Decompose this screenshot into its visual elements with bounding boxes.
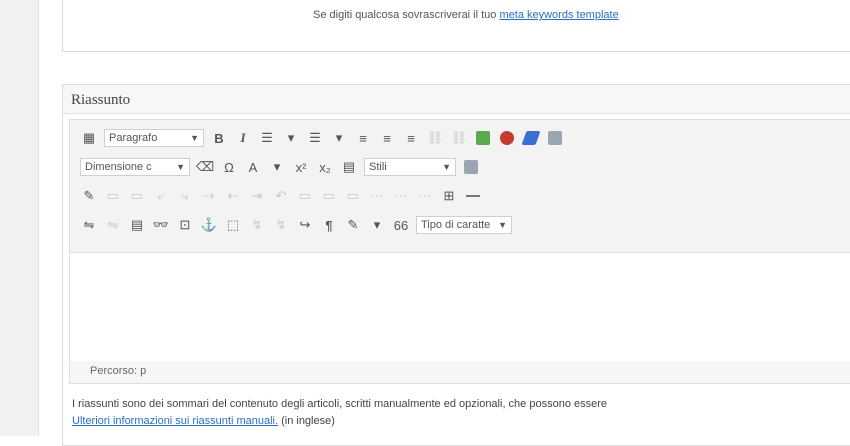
paragraph-icon[interactable]: ¶ <box>320 216 338 234</box>
insert-layer-icon[interactable]: ⬚ <box>224 216 242 234</box>
meta-keywords-box: Se digiti qualcosa sovrascriverai il tuo… <box>62 0 850 52</box>
insert-col-after-icon[interactable]: ⇥ <box>248 187 266 205</box>
merge-cells-icon[interactable]: ▭ <box>320 187 338 205</box>
format-select[interactable]: Paragrafo ▼ <box>104 129 204 147</box>
editor-path-bar: Percorso: p <box>69 361 850 384</box>
rtl-icon[interactable]: ⇋ <box>104 216 122 234</box>
toolbar-row-2: Dimensione c ▼ ⌫ Ω A ▾ x² x₂ ▤ Stili ▼ <box>80 155 480 179</box>
absolute-icon[interactable]: ↪ <box>296 216 314 234</box>
align-center-icon[interactable]: ≡ <box>378 129 396 147</box>
kitchen-sink-icon[interactable]: ▦ <box>80 129 98 147</box>
styles-select-value: Stili <box>369 161 387 173</box>
horizontal-rule-icon[interactable] <box>464 187 482 205</box>
summary-title-bar[interactable]: Riassunto <box>63 85 850 114</box>
styles-select[interactable]: Stili ▼ <box>364 158 456 176</box>
align-left-icon[interactable]: ≡ <box>354 129 372 147</box>
summary-more-info-link[interactable]: Ulteriori informazioni sui riassunti man… <box>72 415 278 427</box>
table-row-icon[interactable]: ▭ <box>104 187 122 205</box>
table-icon[interactable]: ▤ <box>340 158 358 176</box>
quote-icon[interactable]: 66 <box>392 216 410 234</box>
delete-row-icon[interactable]: ⇢ <box>200 187 218 205</box>
chevron-down-icon[interactable]: ▾ <box>330 129 348 147</box>
hr-icon-b[interactable]: ⋯ <box>392 187 410 205</box>
hr-icon-a[interactable]: ⋯ <box>368 187 386 205</box>
chevron-down-icon[interactable]: ▾ <box>368 216 386 234</box>
anchor-icon[interactable]: ⚓ <box>200 216 218 234</box>
visual-aid-icon[interactable]: ⊡ <box>176 216 194 234</box>
move-backward-icon[interactable]: ↯ <box>272 216 290 234</box>
numbered-list-icon[interactable]: ☰ <box>306 129 324 147</box>
summary-panel: Riassunto ▦ Paragrafo ▼ B I ☰ ▾ ☰ ▾ ≡ ≡ … <box>62 84 850 446</box>
editor-content-area[interactable] <box>70 253 850 361</box>
highlight-icon[interactable]: ✎ <box>344 216 362 234</box>
meta-keywords-template-link[interactable]: meta keywords template <box>499 9 618 21</box>
editor-path: Percorso: p <box>90 365 147 377</box>
find-replace-icon[interactable]: 👓 <box>152 216 170 234</box>
toolbar-row-4: ⇋ ⇋ ▤ 👓 ⊡ ⚓ ⬚ ↯ ↯ ↪ ¶ ✎ ▾ 66 Tipo di car… <box>80 213 512 237</box>
meta-keywords-hint-text: Se digiti qualcosa sovrascriverai il tuo <box>313 9 497 21</box>
font-family-select-value: Tipo di caratte <box>421 219 491 231</box>
summary-editor: ▦ Paragrafo ▼ B I ☰ ▾ ☰ ▾ ≡ ≡ ≡ ⛓ ⛓ Dime… <box>69 119 850 363</box>
summary-help-text: I riassunti sono dei sommari del contenu… <box>72 398 608 410</box>
chevron-down-icon[interactable]: ▾ <box>268 158 286 176</box>
format-select-value: Paragrafo <box>109 132 158 144</box>
text-color-icon[interactable]: A <box>244 158 262 176</box>
help-icon[interactable] <box>498 129 516 147</box>
chevron-down-icon: ▼ <box>442 162 451 172</box>
fullscreen-icon[interactable]: ⊞ <box>440 187 458 205</box>
move-forward-icon[interactable]: ↯ <box>248 216 266 234</box>
split-cells-icon[interactable]: ▭ <box>296 187 314 205</box>
summary-title: Riassunto <box>71 92 131 108</box>
delete-col-icon[interactable]: ↶ <box>272 187 290 205</box>
ltr-icon[interactable]: ⇋ <box>80 216 98 234</box>
subscript-icon[interactable]: x₂ <box>316 158 334 176</box>
size-select[interactable]: Dimensione c ▼ <box>80 158 190 176</box>
insert-media-icon[interactable] <box>462 158 480 176</box>
insert-row-before-icon[interactable]: ⤶ <box>152 187 170 205</box>
eraser-icon[interactable]: ⌫ <box>196 158 214 176</box>
link-icon[interactable]: ⛓ <box>426 129 444 147</box>
italic-icon[interactable]: I <box>234 129 252 147</box>
chevron-down-icon: ▼ <box>498 220 507 230</box>
chevron-down-icon[interactable]: ▾ <box>282 129 300 147</box>
chevron-down-icon: ▼ <box>176 162 185 172</box>
editor-toolbar: ▦ Paragrafo ▼ B I ☰ ▾ ☰ ▾ ≡ ≡ ≡ ⛓ ⛓ Dime… <box>70 120 850 253</box>
table-cell-icon[interactable]: ▭ <box>128 187 146 205</box>
toolbar-row-3: ✎ ▭ ▭ ⤶ ⤷ ⇢ ⇠ ⇥ ↶ ▭ ▭ ▭ ⋯ ⋯ ⋯ ⊞ <box>80 184 482 208</box>
font-family-select[interactable]: Tipo di caratte ▼ <box>416 216 512 234</box>
edit-source-icon[interactable]: ✎ <box>80 187 98 205</box>
size-select-value: Dimensione c <box>85 161 152 173</box>
copy-icon[interactable] <box>546 129 564 147</box>
left-sidebar-rail <box>0 0 39 436</box>
align-right-icon[interactable]: ≡ <box>402 129 420 147</box>
insert-row-after-icon[interactable]: ⤷ <box>176 187 194 205</box>
blockquote-icon[interactable]: ▤ <box>128 216 146 234</box>
edit-icon[interactable] <box>521 129 541 147</box>
bold-icon[interactable]: B <box>210 129 228 147</box>
chevron-down-icon: ▼ <box>190 133 199 143</box>
insert-image-icon[interactable] <box>474 129 492 147</box>
superscript-icon[interactable]: x² <box>292 158 310 176</box>
unlink-icon[interactable]: ⛓ <box>450 129 468 147</box>
meta-keywords-hint: Se digiti qualcosa sovrascriverai il tuo… <box>313 9 619 21</box>
toolbar-row-1: ▦ Paragrafo ▼ B I ☰ ▾ ☰ ▾ ≡ ≡ ≡ ⛓ ⛓ <box>80 126 564 150</box>
summary-help-language: (in inglese) <box>281 415 335 427</box>
special-char-icon[interactable]: Ω <box>220 158 238 176</box>
bullet-list-icon[interactable]: ☰ <box>258 129 276 147</box>
summary-help-line-2: Ulteriori informazioni sui riassunti man… <box>72 415 335 427</box>
insert-col-before-icon[interactable]: ⇠ <box>224 187 242 205</box>
table-props-icon[interactable]: ▭ <box>344 187 362 205</box>
hr-icon-c[interactable]: ⋯ <box>416 187 434 205</box>
